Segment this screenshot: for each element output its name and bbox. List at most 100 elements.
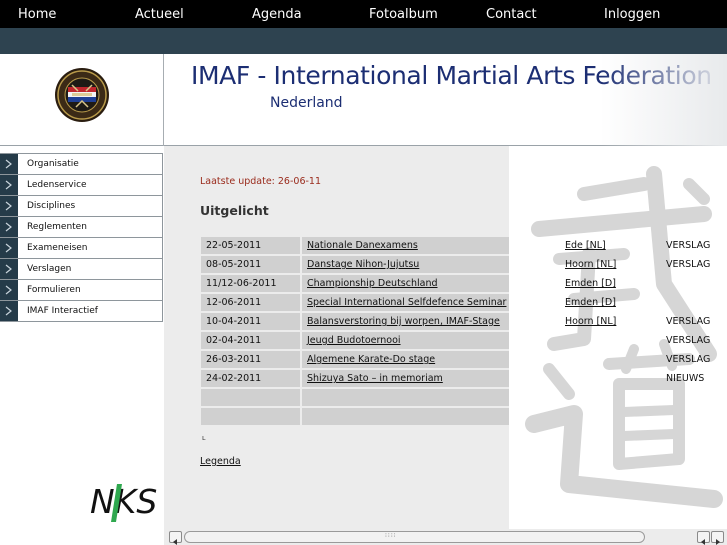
- event-date: 24-02-2011: [201, 370, 300, 387]
- sidebar-item-reglementen[interactable]: Reglementen: [0, 217, 162, 238]
- event-row: 02-04-2011 Jeugd Budotoernooi VERSLAG: [201, 332, 721, 349]
- event-row: 11/12-06-2011 Championship Deutschland E…: [201, 275, 721, 292]
- sidebar-item-organisatie[interactable]: Organisatie: [0, 154, 162, 175]
- event-row: 26-03-2011 Algemene Karate-Do stage VERS…: [201, 351, 721, 368]
- event-title-cell: Nationale Danexamens: [302, 237, 509, 254]
- event-date: 02-04-2011: [201, 332, 300, 349]
- event-title-link[interactable]: Algemene Karate-Do stage: [307, 354, 435, 365]
- chevron-right-icon: [0, 238, 18, 258]
- scroll-right-button[interactable]: [711, 531, 724, 545]
- sidebar-item-label: Exameneisen: [27, 243, 88, 253]
- imaf-logo[interactable]: [54, 67, 110, 123]
- sidebar-item-label: Formulieren: [27, 285, 81, 295]
- nav-inloggen[interactable]: Inloggen: [604, 0, 660, 28]
- event-date: [201, 408, 300, 425]
- small-marker: ʟ: [202, 434, 206, 442]
- last-update-text: Laatste update: 26-06-11: [200, 176, 322, 187]
- event-date: 11/12-06-2011: [201, 275, 300, 292]
- header-divider: [163, 54, 164, 146]
- nav-subbar: [0, 28, 727, 54]
- featured-heading: Uitgelicht: [200, 203, 269, 218]
- event-title-link[interactable]: Balansverstoring bij worpen, IMAF-Stage: [307, 316, 500, 327]
- sidebar-item-imaf-interactief[interactable]: IMAF Interactief: [0, 301, 162, 322]
- sidebar-item-verslagen[interactable]: Verslagen: [0, 259, 162, 280]
- event-title-cell: [302, 408, 509, 425]
- event-location-link[interactable]: Ede [NL]: [565, 237, 645, 254]
- event-title-cell: Shizuya Sato – in memoriam: [302, 370, 509, 387]
- sidebar-item-label: Disciplines: [27, 201, 76, 211]
- sidebar-item-exameneisen[interactable]: Exameneisen: [0, 238, 162, 259]
- arrow-right-icon: [716, 539, 720, 545]
- sidebar-item-ledenservice[interactable]: Ledenservice: [0, 175, 162, 196]
- scroll-left-button-2[interactable]: [697, 531, 710, 545]
- chevron-right-icon: [0, 196, 18, 216]
- event-title-link[interactable]: Nationale Danexamens: [307, 240, 418, 251]
- sidebar-menu: Organisatie Ledenservice Disciplines Reg…: [0, 153, 163, 322]
- event-title-link[interactable]: Special International Selfdefence Semina…: [307, 297, 506, 308]
- nav-contact[interactable]: Contact: [486, 0, 537, 28]
- event-title-link[interactable]: Championship Deutschland: [307, 278, 438, 289]
- sidebar-item-label: Organisatie: [27, 159, 79, 169]
- event-row: 22-05-2011 Nationale Danexamens Ede [NL]…: [201, 237, 721, 254]
- event-type: VERSLAG: [666, 354, 711, 365]
- event-row-empty: [201, 408, 721, 425]
- legend-link[interactable]: Legenda: [200, 456, 241, 467]
- nav-actueel[interactable]: Actueel: [135, 0, 184, 28]
- event-location-link[interactable]: Hoorn [NL]: [565, 256, 645, 273]
- scrollbar-thumb[interactable]: [184, 531, 645, 543]
- chevron-right-icon: [0, 301, 18, 321]
- event-title-cell: Danstage Nihon-Jujutsu: [302, 256, 509, 273]
- event-title-cell: [302, 389, 509, 406]
- header-shade: [600, 54, 727, 146]
- event-type: NIEUWS: [666, 373, 705, 384]
- nks-logo-text: NKS: [90, 482, 157, 521]
- event-location-link[interactable]: Emden [D]: [565, 294, 645, 311]
- arrow-left-icon: [701, 539, 705, 545]
- event-title-link[interactable]: Shizuya Sato – in memoriam: [307, 373, 443, 384]
- sidebar-item-label: Ledenservice: [27, 180, 87, 190]
- event-date: 12-06-2011: [201, 294, 300, 311]
- event-type: VERSLAG: [666, 335, 711, 346]
- event-date: 08-05-2011: [201, 256, 300, 273]
- event-date: 10-04-2011: [201, 313, 300, 330]
- chevron-right-icon: [0, 280, 18, 300]
- event-location-link[interactable]: Hoorn [NL]: [565, 313, 645, 330]
- sidebar-item-disciplines[interactable]: Disciplines: [0, 196, 162, 217]
- event-title-link[interactable]: Jeugd Budotoernooi: [307, 335, 401, 346]
- main-content: Laatste update: 26-06-11 Uitgelicht 22-0…: [164, 146, 727, 529]
- chevron-right-icon: [0, 259, 18, 279]
- scroll-left-button[interactable]: [169, 531, 182, 545]
- event-title-cell: Jeugd Budotoernooi: [302, 332, 509, 349]
- nav-home[interactable]: Home: [18, 0, 56, 28]
- chevron-right-icon: [0, 217, 18, 237]
- sidebar: Organisatie Ledenservice Disciplines Reg…: [0, 146, 164, 545]
- event-row: 08-05-2011 Danstage Nihon-Jujutsu Hoorn …: [201, 256, 721, 273]
- page: Home Actueel Agenda Fotoalbum Contact In…: [0, 0, 727, 545]
- event-row-empty: [201, 389, 721, 406]
- event-type: VERSLAG: [666, 240, 711, 251]
- event-row: 24-02-2011 Shizuya Sato – in memoriam NI…: [201, 370, 721, 387]
- top-navigation: Home Actueel Agenda Fotoalbum Contact In…: [0, 0, 727, 28]
- event-date: 22-05-2011: [201, 237, 300, 254]
- sidebar-item-label: IMAF Interactief: [27, 306, 98, 316]
- event-type: VERSLAG: [666, 259, 711, 270]
- nks-sponsor-logo[interactable]: NKS: [73, 454, 163, 545]
- horizontal-scrollbar[interactable]: ⁝⁝⁝⁝: [164, 529, 727, 545]
- event-title-link[interactable]: Danstage Nihon-Jujutsu: [307, 259, 419, 270]
- nav-agenda[interactable]: Agenda: [252, 0, 302, 28]
- event-date: 26-03-2011: [201, 351, 300, 368]
- event-type: VERSLAG: [666, 316, 711, 327]
- chevron-right-icon: [0, 154, 18, 174]
- scrollbar-grip-icon: ⁝⁝⁝⁝: [385, 532, 397, 539]
- arrow-left-icon: [173, 539, 177, 545]
- event-title-cell: Championship Deutschland: [302, 275, 509, 292]
- event-title-cell: Balansverstoring bij worpen, IMAF-Stage: [302, 313, 509, 330]
- nav-fotoalbum[interactable]: Fotoalbum: [369, 0, 438, 28]
- event-date: [201, 389, 300, 406]
- sidebar-item-formulieren[interactable]: Formulieren: [0, 280, 162, 301]
- event-row: 10-04-2011 Balansverstoring bij worpen, …: [201, 313, 721, 330]
- event-location-link[interactable]: Emden [D]: [565, 275, 645, 292]
- event-row: 12-06-2011 Special International Selfdef…: [201, 294, 721, 311]
- site-subtitle: Nederland: [270, 95, 343, 111]
- site-header: IMAF - International Martial Arts Federa…: [0, 54, 727, 146]
